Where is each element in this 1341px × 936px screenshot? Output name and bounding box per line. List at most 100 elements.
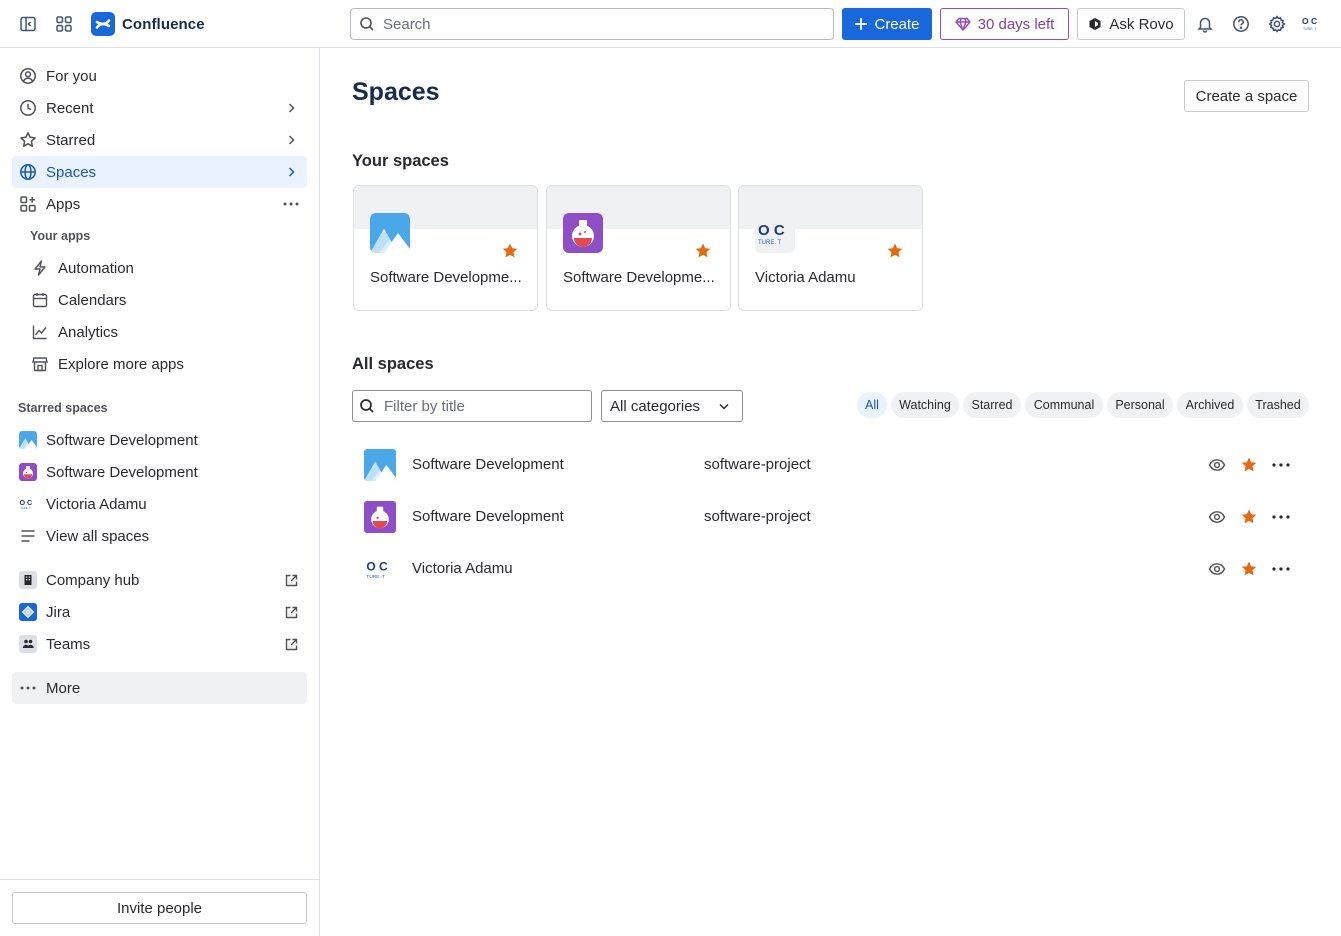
confluence-logo-icon: [91, 12, 115, 36]
sidebar-item-more[interactable]: More: [12, 672, 307, 704]
globe-icon: [19, 163, 37, 181]
svg-text:O C: O C: [366, 560, 388, 574]
more-actions-icon[interactable]: [1272, 456, 1290, 474]
sidebar-item-label: Recent: [46, 99, 94, 117]
diamond-icon: [954, 16, 971, 32]
category-select[interactable]: All categories: [601, 390, 743, 422]
clock-icon: [19, 99, 37, 117]
rovo-label: Ask Rovo: [1109, 15, 1174, 33]
search-input[interactable]: [383, 15, 783, 33]
chevron-right-icon[interactable]: [283, 164, 299, 180]
svg-text:TURE. T: TURE. T: [758, 240, 782, 246]
space-name-link[interactable]: Victoria Adamu: [412, 560, 513, 577]
trial-button[interactable]: 30 days left: [940, 8, 1069, 40]
app-switcher-icon[interactable]: [52, 12, 76, 36]
sidebar-item-label: Apps: [46, 195, 81, 213]
more-dots-icon: [19, 679, 37, 697]
sidebar-item-starred[interactable]: Starred: [12, 124, 307, 156]
sidebar-item-apps[interactable]: Apps: [12, 188, 307, 220]
create-label: Create: [874, 15, 920, 33]
chevron-right-icon[interactable]: [283, 132, 299, 148]
star-filled-icon[interactable]: [1240, 508, 1258, 526]
confluence-logo[interactable]: Confluence: [91, 12, 205, 36]
sidebar-item-analytics[interactable]: Analytics: [12, 316, 307, 348]
chevron-right-icon[interactable]: [283, 100, 299, 116]
external-link-icon[interactable]: [283, 604, 299, 620]
table-row[interactable]: O C TURE. T Victoria Adamu: [352, 543, 1309, 595]
more-actions-icon[interactable]: [1272, 560, 1290, 578]
trial-label: 30 days left: [977, 15, 1055, 33]
chart-icon: [31, 323, 49, 341]
starred-space-software-development-1[interactable]: Software Development: [12, 424, 307, 456]
sidebar-item-automation[interactable]: Automation: [12, 252, 307, 284]
space-card-victoria-adamu[interactable]: O C TURE. T Victoria Adamu: [738, 185, 923, 311]
chip-trashed[interactable]: Trashed: [1247, 392, 1309, 418]
external-link-icon[interactable]: [283, 572, 299, 588]
create-button[interactable]: Create: [842, 8, 932, 40]
sidebar-item-company-hub[interactable]: Company hub: [12, 564, 307, 596]
star-icon: [19, 131, 37, 149]
sidebar-item-jira[interactable]: Jira: [12, 596, 307, 628]
sidebar-item-for-you[interactable]: For you: [12, 60, 307, 92]
chevron-down-icon: [718, 400, 730, 412]
sidebar-item-label: Software Development: [46, 463, 198, 481]
sidebar-toggle-icon[interactable]: [16, 12, 40, 36]
star-filled-icon[interactable]: [501, 242, 519, 260]
space-name-link[interactable]: Software Development: [412, 508, 564, 525]
starred-space-victoria-adamu[interactable]: O C TURE. T Victoria Adamu: [12, 488, 307, 520]
ask-rovo-button[interactable]: Ask Rovo: [1077, 8, 1185, 40]
filter-by-title-field[interactable]: [352, 390, 592, 422]
star-filled-icon[interactable]: [886, 242, 904, 260]
starred-space-software-development-2[interactable]: Software Development: [12, 456, 307, 488]
mountains-avatar-icon: [364, 449, 396, 481]
chip-all[interactable]: All: [857, 392, 887, 418]
chip-starred[interactable]: Starred: [963, 392, 1021, 418]
sidebar-item-calendars[interactable]: Calendars: [12, 284, 307, 316]
sidebar-item-teams[interactable]: Teams: [12, 628, 307, 660]
watch-eye-icon[interactable]: [1208, 456, 1226, 474]
space-card-software-development-1[interactable]: Software Developme...: [353, 185, 538, 311]
star-filled-icon[interactable]: [694, 242, 712, 260]
list-icon: [19, 527, 37, 545]
sidebar-item-spaces[interactable]: Spaces: [12, 156, 307, 188]
chip-personal[interactable]: Personal: [1107, 392, 1173, 418]
more-options-icon[interactable]: [283, 196, 299, 212]
watch-eye-icon[interactable]: [1208, 508, 1226, 526]
space-card-software-development-2[interactable]: Software Developme...: [546, 185, 731, 311]
space-card-title: Software Developme...: [563, 269, 715, 286]
table-row[interactable]: Software Development software-project: [352, 491, 1309, 543]
user-avatar[interactable]: O C TURE. T: [1300, 12, 1324, 36]
sidebar-item-label: Automation: [58, 259, 134, 277]
sidebar-item-recent[interactable]: Recent: [12, 92, 307, 124]
sidebar-item-explore-apps[interactable]: Explore more apps: [12, 348, 307, 380]
watch-eye-icon[interactable]: [1208, 560, 1226, 578]
teams-icon: [19, 635, 37, 653]
help-icon[interactable]: [1229, 12, 1253, 36]
create-space-button[interactable]: Create a space: [1184, 80, 1309, 112]
sidebar-item-label: For you: [46, 67, 97, 85]
sidebar-footer: Invite people: [0, 879, 319, 936]
notification-bell-icon[interactable]: [1193, 12, 1217, 36]
settings-gear-icon[interactable]: [1265, 12, 1289, 36]
sidebar-item-label: Analytics: [58, 323, 119, 341]
filter-by-title-input[interactable]: [384, 397, 574, 415]
sidebar-item-label: View all spaces: [46, 527, 150, 545]
star-filled-icon[interactable]: [1240, 560, 1258, 578]
table-row[interactable]: Software Development software-project: [352, 439, 1309, 491]
more-actions-icon[interactable]: [1272, 508, 1290, 526]
top-navigation-bar: Confluence Create 30 days left Ask Rovo …: [0, 0, 1341, 48]
star-filled-icon[interactable]: [1240, 456, 1258, 474]
chip-watching[interactable]: Watching: [891, 392, 959, 418]
chip-archived[interactable]: Archived: [1177, 392, 1243, 418]
category-select-value: All categories: [610, 397, 701, 415]
external-link-icon[interactable]: [283, 636, 299, 652]
sidebar-item-label: Company hub: [46, 571, 140, 589]
chip-communal[interactable]: Communal: [1025, 392, 1103, 418]
your-apps-label: Your apps: [30, 229, 91, 243]
search-bar[interactable]: [350, 8, 834, 40]
rovo-icon: [1088, 17, 1102, 31]
invite-people-button[interactable]: Invite people: [12, 892, 307, 924]
view-all-spaces-link[interactable]: View all spaces: [12, 520, 307, 552]
space-name-link[interactable]: Software Development: [412, 456, 564, 473]
space-key: software-project: [704, 456, 811, 473]
